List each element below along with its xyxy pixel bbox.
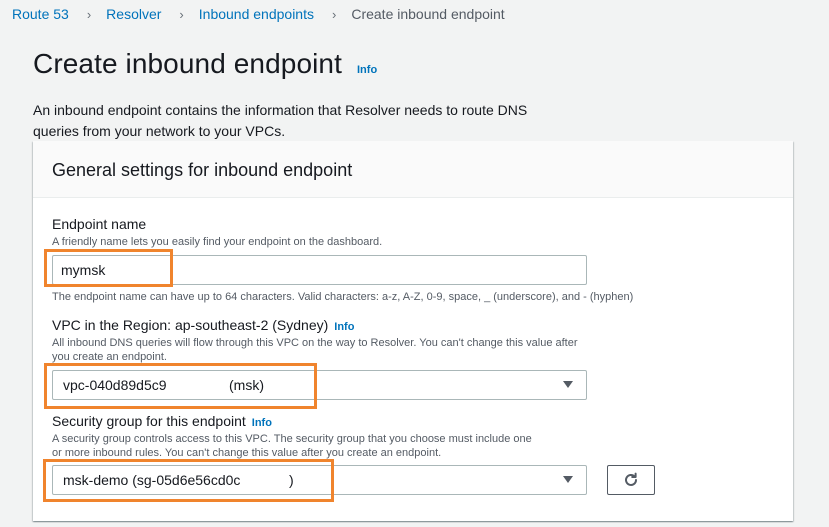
page-description: An inbound endpoint contains the informa…: [33, 102, 528, 139]
breadcrumb-inbound-endpoints[interactable]: Inbound endpoints: [199, 6, 314, 22]
security-group-selected-close: ): [289, 472, 294, 488]
caret-down-icon: [563, 476, 573, 483]
breadcrumb-route53[interactable]: Route 53: [12, 6, 69, 22]
general-settings-panel: General settings for inbound endpoint En…: [33, 141, 793, 521]
panel-header: General settings for inbound endpoint: [33, 141, 793, 198]
refresh-icon: [625, 472, 637, 486]
breadcrumb-current: Create inbound endpoint: [351, 6, 505, 22]
page-info-link[interactable]: Info: [357, 64, 377, 76]
vpc-description: All inbound DNS queries will flow throug…: [52, 337, 578, 363]
refresh-button[interactable]: [607, 465, 655, 495]
vpc-label: VPC in the Region: ap-southeast-2 (Sydne…: [52, 317, 329, 333]
vpc-info-link[interactable]: Info: [334, 321, 354, 333]
security-group-selected-name: msk-demo (sg-05d6e56cd0c: [63, 472, 241, 488]
endpoint-name-input[interactable]: mymsk: [52, 255, 587, 285]
vpc-selected-name: (msk): [229, 377, 264, 393]
security-group-description: A security group controls access to this…: [52, 433, 532, 459]
vpc-label-row: VPC in the Region: ap-southeast-2 (Sydne…: [52, 317, 354, 333]
endpoint-name-description: A friendly name lets you easily find you…: [52, 236, 383, 248]
endpoint-name-constraint: The endpoint name can have up to 64 char…: [52, 291, 634, 303]
breadcrumb-separator: ›: [86, 6, 92, 22]
breadcrumb: Route 53 › Resolver › Inbound endpoints …: [12, 6, 505, 22]
vpc-selected-id: vpc-040d89d5c9: [63, 377, 167, 393]
page-title: Create inbound endpoint: [33, 48, 342, 79]
breadcrumb-separator: ›: [331, 6, 337, 22]
security-group-info-link[interactable]: Info: [252, 417, 272, 429]
security-group-label: Security group for this endpoint: [52, 413, 246, 429]
caret-down-icon: [563, 381, 573, 388]
breadcrumb-separator: ›: [179, 6, 184, 22]
security-group-label-row: Security group for this endpoint Info: [52, 413, 272, 429]
panel-title: General settings for inbound endpoint: [52, 160, 353, 180]
endpoint-name-label: Endpoint name: [52, 216, 147, 232]
breadcrumb-resolver[interactable]: Resolver: [106, 6, 161, 22]
